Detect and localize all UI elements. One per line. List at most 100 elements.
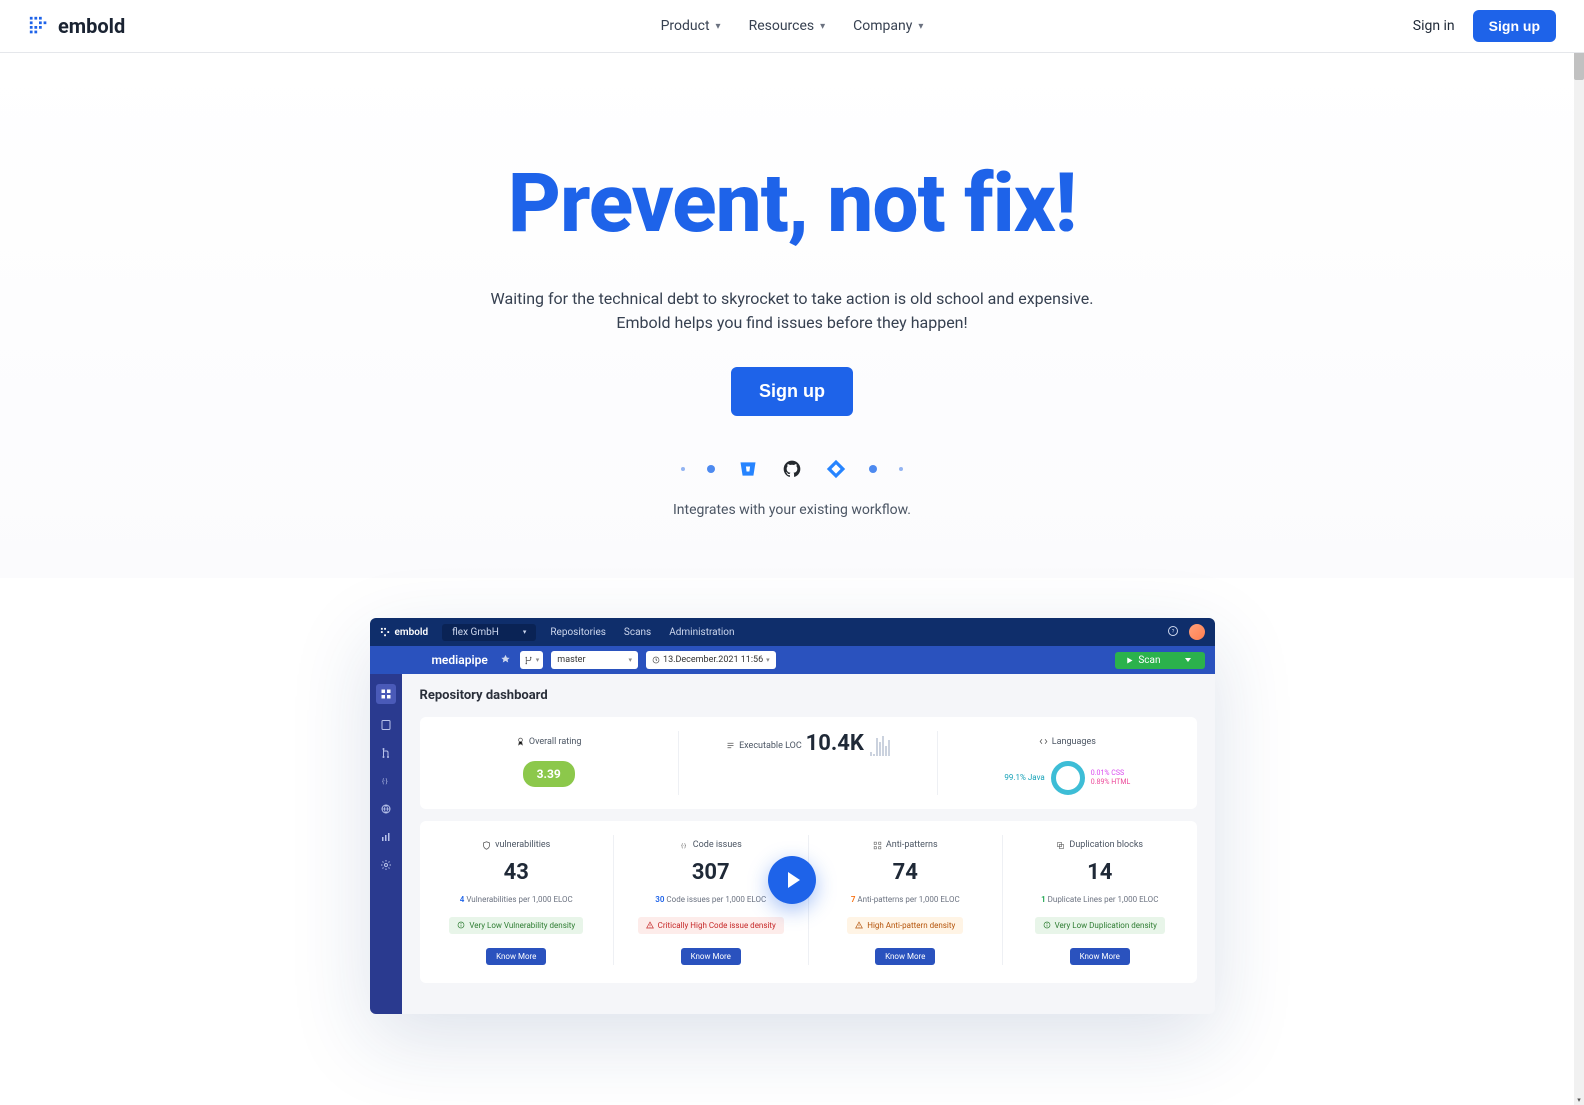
chevron-down-icon: ▾: [918, 21, 923, 32]
overall-rating-value: 3.39: [523, 761, 575, 787]
branch-select[interactable]: master ▾: [551, 651, 638, 669]
warning-icon: [855, 921, 863, 929]
duplication-card: Duplication blocks 14 1 Duplicate Lines …: [1003, 835, 1197, 965]
sidebar-settings-icon[interactable]: [379, 858, 393, 872]
play-video-button[interactable]: [768, 856, 816, 904]
sidebar-repo-icon[interactable]: [379, 718, 393, 732]
page-scrollbar[interactable]: ▾: [1574, 0, 1584, 1105]
vuln-value: 43: [428, 860, 606, 885]
anti-know-more-button[interactable]: Know More: [875, 948, 935, 965]
mock-main: Repository dashboard Overall rating 3.39…: [402, 674, 1215, 1014]
product-screenshot-wrap: embold flex GmbH ▾ Repositories Scans Ad…: [0, 578, 1584, 1014]
jira-icon: [825, 458, 847, 480]
brand-logo-icon: [28, 15, 50, 37]
code-know-more-button[interactable]: Know More: [681, 948, 741, 965]
scroll-down-icon[interactable]: ▾: [1574, 1095, 1584, 1105]
chevron-down-icon: ▾: [523, 628, 527, 636]
vulnerabilities-card: vulnerabilities 43 4 Vulnerabilities per…: [420, 835, 615, 965]
chevron-down-icon: ▾: [629, 656, 633, 664]
lang-donut-icon: [1051, 761, 1085, 795]
vuln-density-badge: Very Low Vulnerability density: [449, 917, 583, 934]
vuln-label: vulnerabilities: [495, 840, 550, 850]
topnav-administration[interactable]: Administration: [669, 627, 734, 638]
dashboard-title: Repository dashboard: [420, 688, 1197, 703]
signin-link[interactable]: Sign in: [1413, 18, 1455, 34]
loc-value: 10.4K: [806, 731, 864, 756]
carousel-dot-icon: [869, 465, 877, 473]
anti-per-text: Anti-patterns per 1,000 ELOC: [857, 895, 959, 904]
brand-name: embold: [58, 14, 125, 38]
dup-per-num: 1: [1041, 895, 1046, 904]
avatar[interactable]: [1189, 624, 1205, 640]
scan-button[interactable]: Scan: [1115, 652, 1204, 669]
integrates-caption: Integrates with your existing workflow.: [20, 502, 1564, 518]
carousel-dot-icon: [899, 467, 903, 471]
sidebar-globe-icon[interactable]: [379, 802, 393, 816]
anti-value: 74: [817, 860, 995, 885]
vuln-know-more-button[interactable]: Know More: [486, 948, 546, 965]
code-label: Code issues: [693, 840, 742, 850]
date-select[interactable]: 13.December.2021 11:56 ▾: [646, 651, 776, 669]
nav-resources[interactable]: Resources ▾: [749, 18, 826, 34]
nav-company[interactable]: Company ▾: [853, 18, 923, 34]
mock-topnav: Repositories Scans Administration: [550, 627, 734, 638]
sidebar-issues-icon[interactable]: {·}: [379, 774, 393, 788]
signup-button-hero[interactable]: Sign up: [731, 367, 853, 416]
dup-value: 14: [1011, 860, 1189, 885]
hero-section: Prevent, not fix! Waiting for the techni…: [0, 53, 1584, 578]
pin-icon[interactable]: [500, 654, 512, 666]
sidebar-pr-icon[interactable]: [379, 746, 393, 760]
nav-product-label: Product: [661, 18, 710, 34]
org-name: flex GmbH: [452, 627, 499, 638]
dup-know-more-button[interactable]: Know More: [1070, 948, 1130, 965]
code-per-text: Code issues per 1,000 ELOC: [666, 895, 766, 904]
info-icon: [457, 921, 465, 929]
branch-icon-box[interactable]: ▾: [520, 651, 544, 669]
metrics-row: vulnerabilities 43 4 Vulnerabilities per…: [420, 821, 1197, 983]
vuln-per-text: Vulnerabilities per 1,000 ELOC: [466, 895, 572, 904]
header-actions: Sign in Sign up: [1413, 10, 1556, 42]
primary-nav: Product ▾ Resources ▾ Company ▾: [661, 18, 924, 34]
badge-icon: [516, 737, 525, 746]
signup-button-header[interactable]: Sign up: [1473, 10, 1556, 42]
lang-html: 0.89% HTML: [1091, 778, 1130, 786]
lang-java-pct: 99.1% Java: [1004, 773, 1044, 782]
nav-product[interactable]: Product ▾: [661, 18, 721, 34]
grid-icon: [873, 841, 882, 850]
org-dropdown[interactable]: flex GmbH ▾: [442, 624, 536, 641]
scan-label: Scan: [1138, 655, 1160, 666]
anti-label: Anti-patterns: [886, 840, 938, 850]
nav-resources-label: Resources: [749, 18, 815, 34]
info-icon: [1043, 921, 1051, 929]
carousel-dot-icon: [681, 467, 685, 471]
svg-text:?: ?: [1171, 629, 1174, 635]
languages-label: Languages: [1052, 737, 1096, 747]
loc-label: Executable LOC: [739, 741, 802, 751]
lines-icon: [726, 741, 735, 750]
code-density-badge: Critically High Code issue density: [638, 917, 784, 934]
brand-logo[interactable]: embold: [28, 14, 125, 38]
hero-subtitle: Waiting for the technical debt to skyroc…: [20, 287, 1564, 335]
summary-row: Overall rating 3.39 Executable LOC 10.4K: [420, 717, 1197, 809]
hero-headline: Prevent, not fix!: [20, 161, 1564, 247]
help-icon[interactable]: ?: [1167, 625, 1179, 640]
mock-topbar: embold flex GmbH ▾ Repositories Scans Ad…: [370, 618, 1215, 646]
anti-per-num: 7: [851, 895, 856, 904]
clock-icon: [652, 656, 660, 664]
copy-icon: [1056, 841, 1065, 850]
anti-density-badge: High Anti-pattern density: [847, 917, 963, 934]
mock-body: {·} Repository dashboard Overall rating …: [370, 674, 1215, 1014]
date-value: 13.December.2021 11:56: [663, 655, 763, 665]
lang-other-pct: 0.01% CSS 0.89% HTML: [1091, 769, 1130, 786]
topnav-scans[interactable]: Scans: [624, 627, 651, 638]
overall-rating-label: Overall rating: [529, 737, 582, 747]
chevron-down-icon: ▾: [766, 656, 770, 664]
sidebar-dashboard-icon[interactable]: [376, 684, 396, 704]
branch-value: master: [557, 655, 585, 665]
carousel-dot-icon: [707, 465, 715, 473]
languages-card: Languages 99.1% Java 0.01% CSS 0.89% HTM…: [938, 731, 1196, 795]
topnav-repositories[interactable]: Repositories: [550, 627, 606, 638]
loc-sparkline-icon: [870, 734, 890, 756]
chevron-down-icon: ▾: [820, 21, 825, 32]
sidebar-chart-icon[interactable]: [379, 830, 393, 844]
